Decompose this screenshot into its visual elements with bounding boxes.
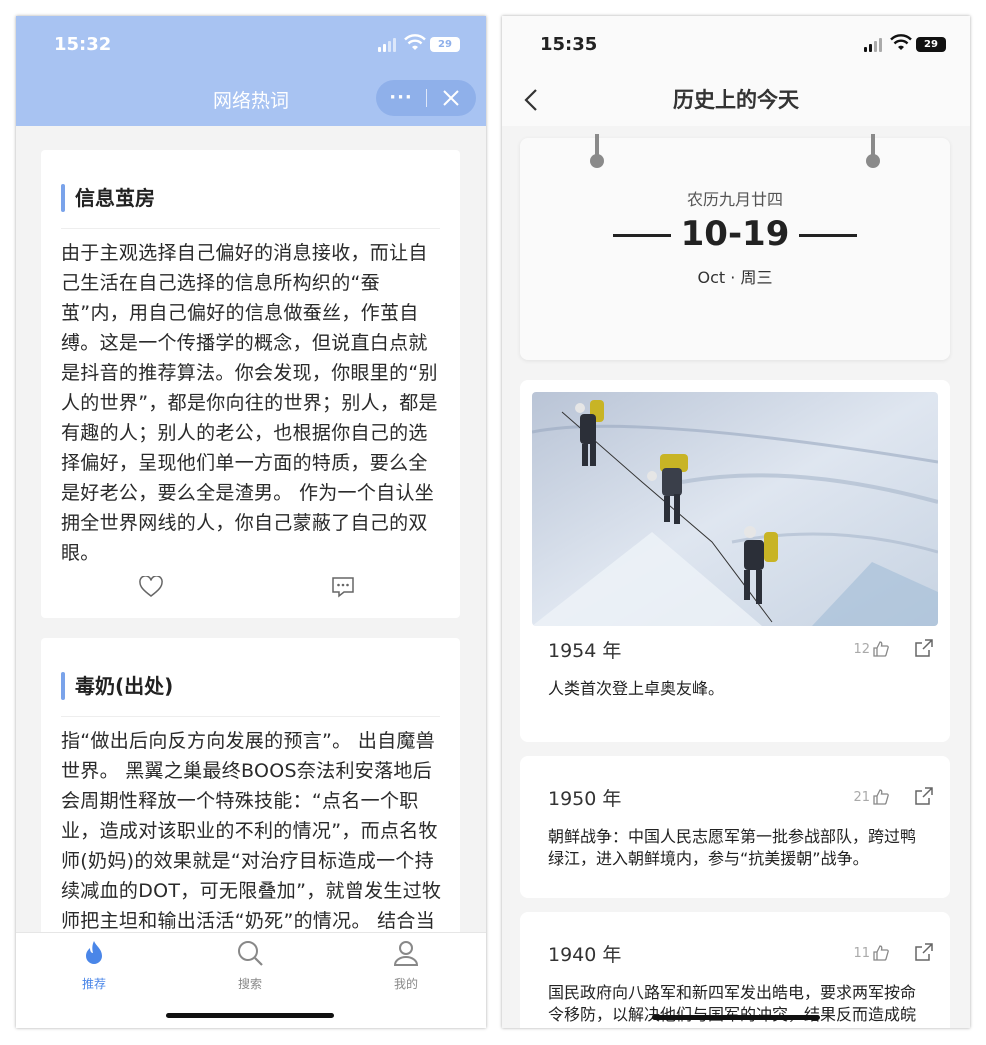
calendar-peg <box>589 134 605 170</box>
status-bar: 15:32 29 <box>16 16 486 76</box>
word-card: 信息茧房 由于主观选择自己偏好的消息接收，而让自己生活在自己选择的信息所构织的“… <box>41 150 460 618</box>
event-description: 人类首次登上卓奥友峰。 <box>548 679 725 698</box>
big-date: 10-19 <box>520 214 950 254</box>
tab-recommend[interactable]: 推荐 <box>54 939 134 992</box>
date-text: 10-19 <box>680 214 790 254</box>
page-title: 历史上的今天 <box>673 87 799 112</box>
share-icon[interactable] <box>914 942 934 962</box>
history-event-card[interactable]: 1950 年 21 朝鲜战争：中国人民志愿军第一批参战部队，跨过鸭绿江，进入朝鲜… <box>520 756 950 898</box>
divider <box>61 716 440 717</box>
user-icon <box>393 941 419 966</box>
search-icon <box>238 941 263 966</box>
more-button[interactable]: ··· <box>376 80 426 116</box>
battery-indicator: 29 <box>430 37 460 52</box>
date-dash-left <box>612 234 671 237</box>
lunar-date: 农历九月廿四 <box>686 190 783 209</box>
share-icon[interactable] <box>914 786 934 806</box>
signal-icon <box>864 38 884 52</box>
share-icon[interactable] <box>914 638 934 658</box>
history-event-card[interactable]: 1954 年 12 人类首次登上卓奥友峰。 <box>520 380 950 742</box>
flame-icon <box>86 941 102 964</box>
event-year: 1940 年 <box>548 944 622 966</box>
like-button[interactable]: 11 <box>853 944 890 962</box>
thumbs-up-icon <box>873 945 889 961</box>
like-heart-icon[interactable] <box>139 576 163 598</box>
signal-icon <box>378 38 398 52</box>
nav-bar: 15:35 29 历史上的今天 <box>502 16 970 126</box>
event-description: 国民政府向八路军和新四军发出皓电，要求两军按命令移防，以解决他们与国军的冲突，结… <box>548 983 917 1028</box>
like-count: 21 <box>853 789 870 805</box>
like-count: 11 <box>853 945 870 961</box>
word-card-body: 指“做出后向反方向发展的预言”。 出自魔兽世界。 黑翼之巢最终BOOS奈法利安落… <box>61 730 442 932</box>
tab-label: 我的 <box>393 977 418 991</box>
left-phone-screen: 15:32 29 网络热词 ··· 信息茧房 由于主观选择自己偏好的消息接收，而… <box>16 16 486 1028</box>
status-time: 15:35 <box>540 34 598 55</box>
mini-program-capsule: ··· <box>376 80 476 116</box>
event-description: 朝鲜战争：中国人民志愿军第一批参战部队，跨过鸭绿江，进入朝鲜境内，参与“抗美援朝… <box>548 827 917 868</box>
calendar-peg <box>865 134 881 170</box>
tab-search[interactable]: 搜索 <box>210 939 290 992</box>
close-button[interactable] <box>427 80 476 116</box>
word-card-title: 毒奶(出处) <box>61 672 173 700</box>
card-actions <box>41 576 460 598</box>
word-card-body: 由于主观选择自己偏好的消息接收，而让自己生活在自己选择的信息所构织的“蚕茧”内，… <box>61 242 438 564</box>
wifi-icon <box>890 34 912 50</box>
tab-label: 推荐 <box>81 977 106 991</box>
like-button[interactable]: 12 <box>853 640 890 658</box>
date-calendar-card: 农历九月廿四 10-19 Oct · 周三 <box>520 134 950 360</box>
battery-indicator: 29 <box>916 37 946 52</box>
right-phone-screen: 15:35 29 历史上的今天 农历九月廿四 10-19 Oct · 周三 19… <box>502 16 970 1028</box>
word-card-title: 信息茧房 <box>61 184 155 212</box>
wifi-icon <box>404 34 426 50</box>
event-year: 1954 年 <box>548 640 622 662</box>
close-icon <box>443 90 459 106</box>
app-header: 15:32 29 网络热词 ··· <box>16 16 486 126</box>
event-year: 1950 年 <box>548 788 622 810</box>
mountain-climbers-photo <box>532 392 938 626</box>
bottom-tab-bar: 推荐 搜索 我的 <box>16 932 486 1028</box>
tab-label: 搜索 <box>237 977 262 991</box>
like-count: 12 <box>853 641 870 657</box>
history-event-card[interactable]: 1940 年 11 国民政府向八路军和新四军发出皓电，要求两军按命令移防，以解决… <box>520 912 950 1028</box>
comment-icon[interactable] <box>331 576 355 598</box>
status-bar: 15:35 29 <box>502 16 970 76</box>
word-card: 毒奶(出处) 指“做出后向反方向发展的预言”。 出自魔兽世界。 黑翼之巢最终BO… <box>41 638 460 932</box>
status-time: 15:32 <box>54 34 112 55</box>
home-indicator <box>652 1015 820 1020</box>
tab-mine[interactable]: 我的 <box>366 939 446 992</box>
weekday-text: Oct · 周三 <box>697 268 773 287</box>
thumbs-up-icon <box>873 789 889 805</box>
hot-words-feed[interactable]: 信息茧房 由于主观选择自己偏好的消息接收，而让自己生活在自己选择的信息所构织的“… <box>16 126 486 932</box>
thumbs-up-icon <box>873 641 889 657</box>
divider <box>61 228 440 229</box>
like-button[interactable]: 21 <box>853 788 890 806</box>
home-indicator <box>166 1013 334 1018</box>
date-dash-right <box>799 234 858 237</box>
